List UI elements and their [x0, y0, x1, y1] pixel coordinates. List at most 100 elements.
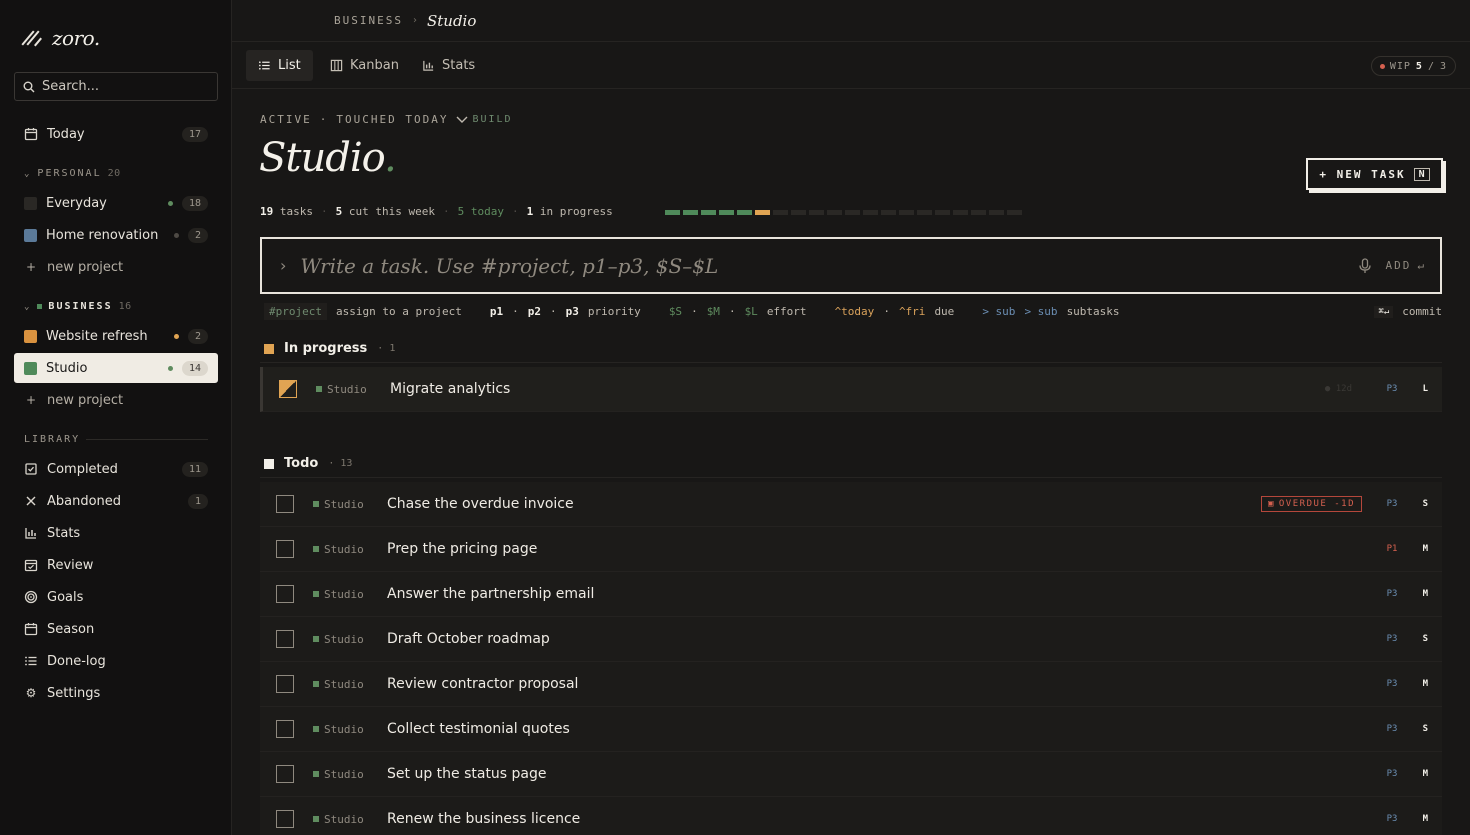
sidebar-item-completed[interactable]: Completed 11: [14, 454, 218, 484]
task-row[interactable]: Studio Answer the partnership email P3 M: [260, 572, 1442, 617]
task-priority[interactable]: P1: [1380, 544, 1404, 554]
sidebar-item-done-log[interactable]: Done-log: [14, 646, 218, 676]
new-project-personal-button[interactable]: + new project: [14, 252, 218, 282]
chevron-down-icon: [456, 116, 468, 123]
divider: [260, 477, 1442, 478]
sidebar-item-settings[interactable]: ⚙ Settings: [14, 678, 218, 708]
sidebar-item-abandoned[interactable]: Abandoned 1: [14, 486, 218, 516]
new-project-business-button[interactable]: + new project: [14, 385, 218, 415]
sidebar-item-review[interactable]: Review: [14, 550, 218, 580]
task-row[interactable]: Studio Draft October roadmap P3 S: [260, 617, 1442, 662]
project-label: Studio: [46, 360, 88, 376]
mode-dropdown[interactable]: BUILD: [456, 114, 512, 125]
wip-indicator[interactable]: WIP 5 / 3: [1370, 56, 1456, 76]
task-row[interactable]: Studio Set up the status page P3 M: [260, 752, 1442, 797]
microphone-icon[interactable]: [1358, 257, 1372, 274]
task-input[interactable]: [300, 253, 1344, 278]
progress-segment: [683, 210, 698, 215]
task-row[interactable]: Studio Review contractor proposal P3 M: [260, 662, 1442, 707]
task-row[interactable]: Studio Collect testimonial quotes P3 S: [260, 707, 1442, 752]
hint-dot: ·: [512, 305, 519, 318]
task-project: Studio: [313, 633, 375, 646]
tab-label: List: [278, 58, 301, 73]
tab-list[interactable]: List: [246, 50, 313, 81]
progress-checkbox[interactable]: [279, 380, 297, 398]
progress-segment: [827, 210, 842, 215]
task-checkbox[interactable]: [276, 540, 294, 558]
sidebar-item-season[interactable]: Season: [14, 614, 218, 644]
wip-label: WIP: [1389, 60, 1411, 72]
count-badge: 1: [187, 493, 208, 509]
sidebar-project-home-renovation[interactable]: Home renovation 2: [14, 220, 218, 250]
task-title: Renew the business licence: [387, 811, 581, 827]
add-task-button[interactable]: ADD ↵: [1386, 259, 1427, 272]
tab-kanban[interactable]: Kanban: [318, 50, 411, 81]
group-in-progress[interactable]: In progress · 1: [264, 341, 395, 356]
page-title: Studio.: [259, 135, 397, 181]
task-checkbox[interactable]: [276, 765, 294, 783]
status-dot: [167, 365, 173, 371]
task-project: Studio: [313, 813, 375, 826]
sidebar-item-label: Completed: [47, 461, 118, 477]
task-checkbox[interactable]: [276, 675, 294, 693]
task-checkbox[interactable]: [276, 495, 294, 513]
task-priority[interactable]: P3: [1380, 769, 1404, 779]
task-priority[interactable]: P3: [1380, 499, 1404, 509]
hint-sub: > sub: [1024, 305, 1058, 318]
sidebar-item-goals[interactable]: Goals: [14, 582, 218, 612]
task-row[interactable]: Studio Chase the overdue invoice ▣ OVERDUE …: [260, 482, 1442, 527]
commit-key: ⌘↵: [1374, 305, 1394, 318]
sidebar-project-website-refresh[interactable]: Website refresh 2: [14, 321, 218, 351]
task-row[interactable]: Studio Migrate analytics ● 12d P3 L: [260, 367, 1442, 412]
sidebar-project-everyday[interactable]: Everyday 18: [14, 188, 218, 218]
hint-sub: > sub: [982, 305, 1016, 318]
task-row[interactable]: Studio Renew the business licence P3 M: [260, 797, 1442, 835]
task-checkbox[interactable]: [276, 810, 294, 828]
task-priority[interactable]: P3: [1380, 814, 1404, 824]
task-effort[interactable]: M: [1404, 544, 1428, 554]
task-row[interactable]: Studio Prep the pricing page P1 M: [260, 527, 1442, 572]
hint-p1: p1: [489, 305, 504, 318]
section-count: 20: [107, 168, 121, 179]
task-priority[interactable]: P3: [1380, 384, 1404, 394]
task-title: Migrate analytics: [390, 381, 511, 397]
section-personal[interactable]: ⌄ PERSONAL 20: [24, 168, 121, 179]
progress-segment: [665, 210, 680, 215]
tab-stats[interactable]: Stats: [410, 50, 487, 81]
search-box[interactable]: [14, 72, 218, 101]
task-priority[interactable]: P3: [1380, 679, 1404, 689]
task-effort[interactable]: L: [1404, 384, 1428, 394]
task-effort[interactable]: M: [1404, 814, 1428, 824]
task-project: Studio: [316, 383, 378, 396]
group-todo[interactable]: Todo · 13: [264, 456, 352, 471]
search-input[interactable]: [42, 79, 202, 94]
task-priority[interactable]: P3: [1380, 634, 1404, 644]
task-effort[interactable]: M: [1404, 679, 1428, 689]
task-priority[interactable]: P3: [1380, 589, 1404, 599]
project-color-swatch: [24, 196, 37, 210]
task-effort[interactable]: S: [1404, 499, 1428, 509]
new-task-button[interactable]: + NEW TASK N: [1306, 158, 1443, 190]
sidebar-item-stats[interactable]: Stats: [14, 518, 218, 548]
task-effort[interactable]: M: [1404, 589, 1428, 599]
project-color-icon: [313, 816, 319, 822]
section-business[interactable]: ⌄ BUSINESS 16: [24, 301, 132, 312]
logo[interactable]: zoro.: [21, 26, 100, 50]
sidebar-project-studio[interactable]: Studio 14: [14, 353, 218, 383]
task-effort[interactable]: S: [1404, 724, 1428, 734]
mode-label: BUILD: [472, 114, 513, 125]
breadcrumb-section[interactable]: BUSINESS: [334, 14, 403, 27]
task-effort[interactable]: M: [1404, 769, 1428, 779]
task-checkbox[interactable]: [276, 720, 294, 738]
project-color-swatch: [24, 228, 37, 242]
progress-segment: [899, 210, 914, 215]
task-priority[interactable]: P3: [1380, 724, 1404, 734]
sidebar-item-today[interactable]: Today 17: [14, 119, 218, 149]
task-checkbox[interactable]: [276, 630, 294, 648]
divider: [86, 439, 208, 440]
task-effort[interactable]: S: [1404, 634, 1428, 644]
logo-text: zoro.: [52, 26, 100, 50]
sidebar-item-label: Done-log: [47, 653, 106, 669]
task-checkbox[interactable]: [276, 585, 294, 603]
hint-dot: ·: [883, 305, 890, 318]
